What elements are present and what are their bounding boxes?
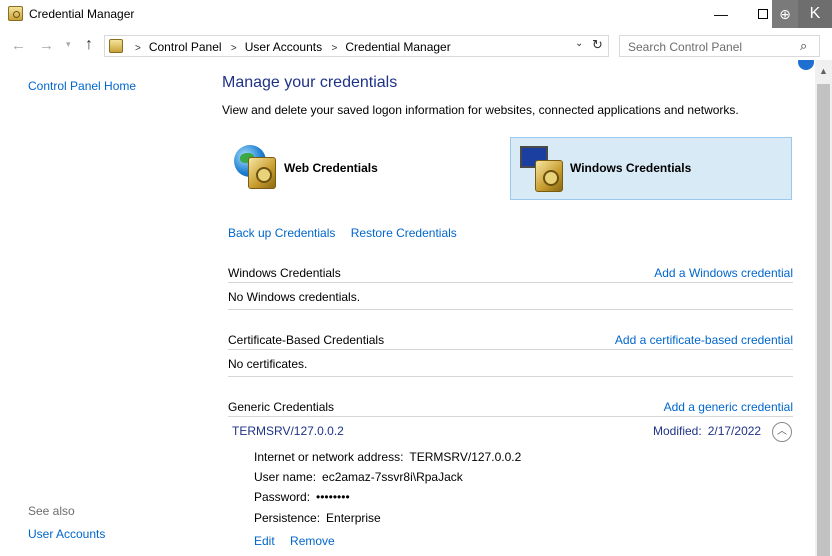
breadcrumb-separator[interactable]: > xyxy=(231,43,237,54)
section-title: Windows Credentials xyxy=(228,266,341,280)
no-windows-credentials-text: No Windows credentials. xyxy=(228,290,361,304)
remove-link[interactable]: Remove xyxy=(290,534,335,548)
section-header: Windows Credentials Add a Windows creden… xyxy=(228,261,793,283)
section-title: Certificate-Based Credentials xyxy=(228,333,385,347)
section-body: No Windows credentials. xyxy=(228,284,793,310)
modified-label: Modified: xyxy=(653,424,702,438)
password-label: Password: xyxy=(254,490,311,504)
back-arrow-icon[interactable]: ← xyxy=(11,37,26,54)
web-credentials-tile[interactable]: Web Credentials xyxy=(228,137,498,200)
chevron-down-icon[interactable]: ⌄ xyxy=(575,38,583,49)
vertical-scrollbar[interactable]: ▲ xyxy=(815,60,832,556)
backup-restore-links: Back up Credentials Restore Credentials xyxy=(228,226,457,240)
password-value: •••••••• xyxy=(316,490,350,504)
persistence-label: Persistence: xyxy=(254,511,321,525)
windows-credentials-label: Windows Credentials xyxy=(570,161,692,175)
restore-credentials-link[interactable]: Restore Credentials xyxy=(351,226,457,240)
credential-actions: Edit Remove xyxy=(254,534,335,548)
minimize-button[interactable]: — xyxy=(705,0,737,28)
add-windows-credential-link[interactable]: Add a Windows credential xyxy=(654,266,793,280)
collapse-chevron-up-icon[interactable]: ︿ xyxy=(772,422,792,442)
forward-arrow-icon[interactable]: → xyxy=(39,37,54,54)
credential-modified: Modified: 2/17/2022 xyxy=(653,424,761,438)
refresh-icon[interactable]: ↻ xyxy=(592,37,603,53)
network-address-value: TERMSRV/127.0.0.2 xyxy=(409,450,522,464)
search-placeholder: Search Control Panel xyxy=(628,40,743,54)
user-name-label: User name: xyxy=(254,470,317,484)
section-title: Generic Credentials xyxy=(228,400,335,414)
page-title: Manage your credentials xyxy=(222,74,398,91)
section-body: No certificates. xyxy=(228,351,793,377)
scroll-up-icon[interactable]: ▲ xyxy=(819,66,828,76)
edit-link[interactable]: Edit xyxy=(254,534,275,548)
user-accounts-link[interactable]: User Accounts xyxy=(28,527,105,541)
no-certificates-text: No certificates. xyxy=(228,357,308,371)
vault-icon xyxy=(535,160,563,192)
maximize-icon xyxy=(758,9,768,19)
user-name-value: ec2amaz-7ssvr8i\RpaJack xyxy=(322,470,463,484)
add-certificate-credential-link[interactable]: Add a certificate-based credential xyxy=(615,333,793,347)
breadcrumb-separator: > xyxy=(135,43,141,54)
see-also-label: See also xyxy=(28,504,75,518)
back-up-credentials-link[interactable]: Back up Credentials xyxy=(228,226,335,240)
web-credentials-label: Web Credentials xyxy=(284,161,378,175)
close-button[interactable]: K xyxy=(798,0,832,28)
user-name-row: User name: ec2amaz-7ssvr8i\RpaJack xyxy=(254,470,463,484)
persistence-row: Persistence: Enterprise xyxy=(254,511,381,525)
network-address-label: Internet or network address: xyxy=(254,450,404,464)
recent-locations-icon[interactable]: ▾ xyxy=(66,39,71,50)
credential-name[interactable]: TERMSRV/127.0.0.2 xyxy=(232,424,344,438)
persistence-value: Enterprise xyxy=(326,511,381,525)
credential-manager-icon xyxy=(8,6,23,21)
section-header: Certificate-Based Credentials Add a cert… xyxy=(228,328,793,350)
windows-credentials-tile[interactable]: Windows Credentials xyxy=(510,137,792,200)
breadcrumb-separator[interactable]: > xyxy=(331,43,337,54)
window-title: Credential Manager xyxy=(29,7,135,21)
address-bar[interactable]: > Control Panel > User Accounts > Credentia… xyxy=(104,35,609,57)
vault-icon xyxy=(248,157,276,189)
password-row: Password: •••••••• xyxy=(254,490,350,504)
add-generic-credential-link[interactable]: Add a generic credential xyxy=(664,400,793,414)
credential-entry: TERMSRV/127.0.0.2 Modified: 2/17/2022 ︿ I… xyxy=(228,418,793,556)
section-header: Generic Credentials Add a generic creden… xyxy=(228,395,793,417)
magnifier-icon[interactable]: ⊕ xyxy=(772,0,798,28)
control-panel-home-link[interactable]: Control Panel Home xyxy=(28,79,136,93)
page-description: View and delete your saved logon informa… xyxy=(222,103,739,117)
control-panel-icon xyxy=(109,39,123,53)
network-address-row: Internet or network address: TERMSRV/127.… xyxy=(254,450,521,464)
breadcrumb-user-accounts[interactable]: User Accounts xyxy=(245,40,322,54)
scrollbar-thumb[interactable] xyxy=(817,84,830,556)
title-bar: Credential Manager — ⊕ K xyxy=(0,0,832,30)
navigation-bar: ← → ▾ ↑ > Control Panel > User Accounts > C… xyxy=(0,33,832,59)
breadcrumb-control-panel[interactable]: Control Panel xyxy=(149,40,222,54)
left-navigation-pane: Control Panel Home See also User Account… xyxy=(0,60,210,556)
breadcrumb-credential-manager[interactable]: Credential Manager xyxy=(345,40,450,54)
help-icon[interactable] xyxy=(798,60,814,70)
search-icon[interactable]: ⌕ xyxy=(800,38,807,54)
modified-date: 2/17/2022 xyxy=(707,424,762,438)
search-input[interactable]: Search Control Panel ⌕ xyxy=(619,35,820,57)
up-arrow-icon[interactable]: ↑ xyxy=(85,36,93,54)
breadcrumb: > Control Panel > User Accounts > Credentia… xyxy=(129,40,451,54)
